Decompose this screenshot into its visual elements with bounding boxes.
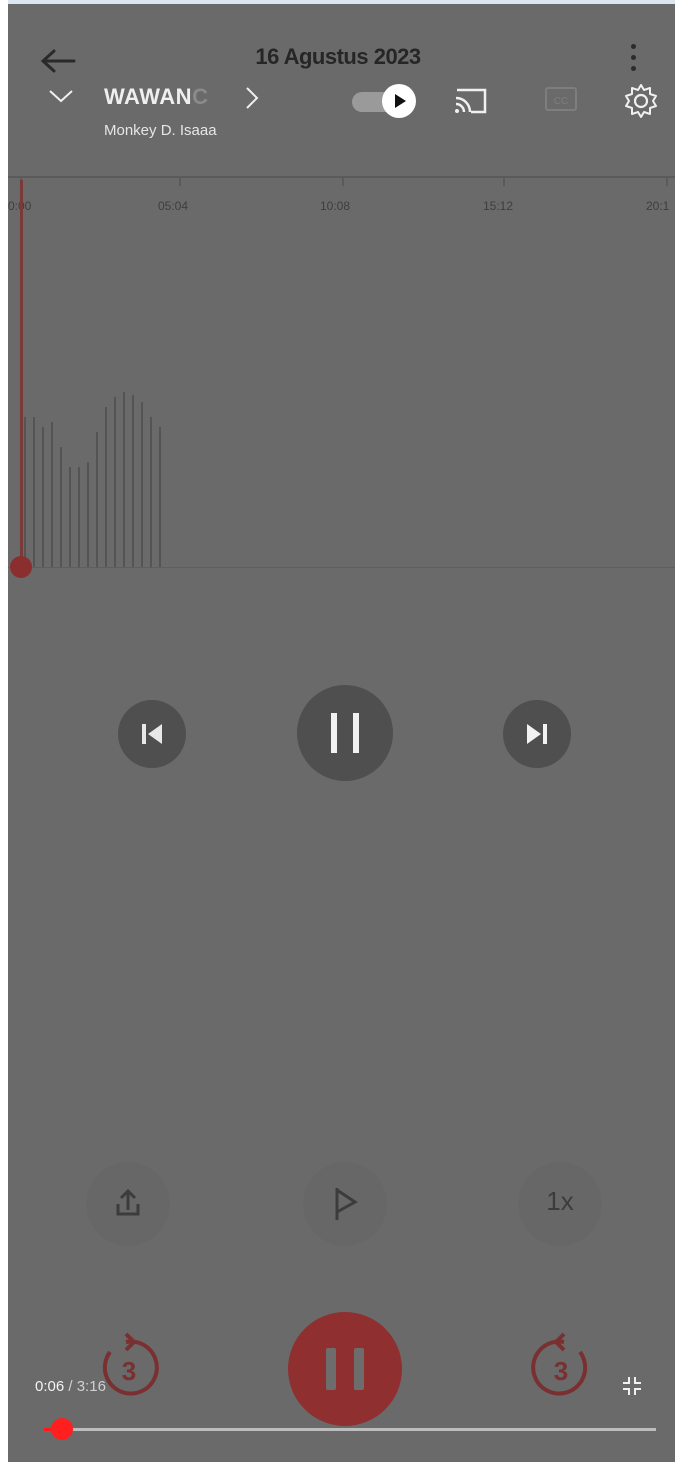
play-pause-button[interactable] [297, 685, 393, 781]
waveform-bar [69, 467, 71, 567]
ruler-label: 20:1 [646, 199, 670, 213]
replay-3-icon[interactable]: 3 [90, 1330, 168, 1408]
current-time: 0:06 [35, 1378, 65, 1395]
more-vert-icon[interactable] [626, 44, 640, 80]
flag-button[interactable] [303, 1162, 387, 1246]
back-arrow-icon[interactable] [38, 46, 78, 76]
waveform-bar [123, 392, 125, 567]
cast-icon[interactable] [452, 84, 490, 116]
waveform-bar [114, 397, 116, 567]
skip-forward-label: 3 [554, 1356, 568, 1386]
share-icon [116, 1188, 140, 1216]
next-button[interactable] [503, 700, 571, 768]
progress-thumb[interactable] [51, 1418, 74, 1440]
duration: 3:16 [76, 1378, 106, 1395]
recording-playhead-handle[interactable] [10, 556, 32, 578]
waveform-bar [141, 402, 143, 567]
waveform-bar [60, 447, 62, 567]
video-title-text: WAWAN [104, 84, 193, 109]
play-icon [395, 94, 406, 108]
waveform-baseline [8, 567, 675, 568]
pause-icon [331, 713, 359, 753]
previous-button[interactable] [118, 700, 186, 768]
flag-icon [335, 1188, 358, 1220]
ruler-tick [503, 176, 505, 186]
waveform-bar [150, 417, 152, 567]
waveform-bar [78, 467, 80, 567]
video-player-screen[interactable]: 16 Agustus 2023 WAWANC Monkey D. Isaaa C… [8, 4, 675, 1462]
channel-name: Monkey D. Isaaa [104, 122, 217, 139]
chevron-down-icon[interactable] [46, 86, 76, 106]
playback-speed-button[interactable]: 1x [518, 1162, 602, 1246]
ruler-label: 15:12 [483, 199, 514, 213]
waveform-bar [24, 417, 26, 567]
ruler-tick [666, 176, 668, 186]
waveform-bar [159, 427, 161, 567]
closed-captions-icon[interactable]: CC [544, 86, 578, 112]
svg-text:CC: CC [554, 96, 568, 107]
skip-previous-icon [142, 724, 162, 744]
waveform-bar [132, 395, 134, 567]
skip-next-icon [527, 724, 547, 744]
ruler-label: 05:04 [158, 199, 189, 213]
waveform-bar [51, 422, 53, 567]
recording-date: 16 Agustus 2023 [255, 44, 421, 69]
waveform-bar [96, 432, 98, 567]
video-title: WAWANC [104, 84, 208, 110]
recording-playhead[interactable] [20, 180, 23, 570]
waveform-bar [42, 427, 44, 567]
forward-3-icon[interactable]: 3 [522, 1330, 600, 1408]
ruler-label: 10:08 [320, 199, 351, 213]
video-title-fade: C [192, 84, 209, 109]
exit-fullscreen-icon[interactable] [620, 1374, 644, 1398]
ruler-tick [342, 176, 344, 186]
waveform-bar [33, 417, 35, 567]
ruler-tick [179, 176, 181, 186]
settings-gear-icon[interactable] [622, 82, 660, 120]
chevron-right-icon[interactable] [242, 84, 262, 112]
autoplay-knob [382, 84, 416, 118]
left-edge [0, 0, 8, 1462]
autoplay-toggle[interactable] [352, 84, 418, 118]
time-display: 0:06 / 3:16 [35, 1378, 106, 1395]
time-separator: / [64, 1378, 77, 1395]
record-pause-button[interactable] [288, 1312, 402, 1426]
skip-back-label: 3 [122, 1356, 136, 1386]
waveform-bar [87, 462, 89, 567]
speed-label: 1x [546, 1186, 574, 1216]
progress-track[interactable] [44, 1428, 656, 1431]
share-button[interactable] [86, 1162, 170, 1246]
waveform-bar [105, 407, 107, 567]
